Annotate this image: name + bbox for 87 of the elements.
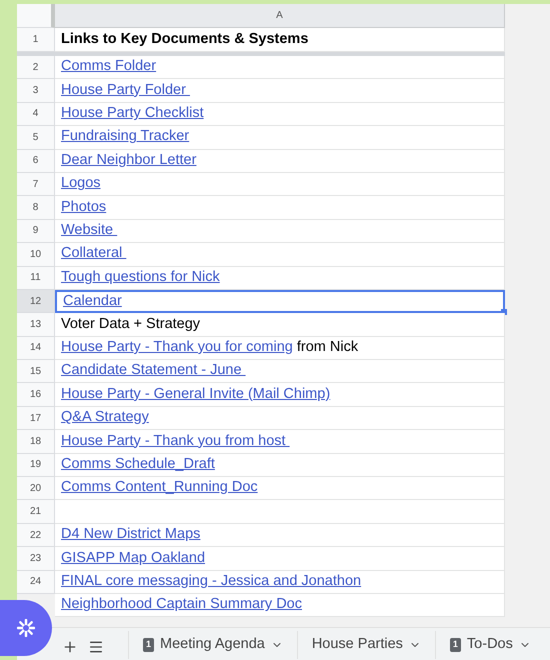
table-cell[interactable]: Collateral [55,243,505,267]
link[interactable]: Comms Folder [61,56,156,78]
comment-badge: 1 [450,638,461,652]
row-number[interactable]: 23 [17,547,55,571]
cell-text: from Nick [296,338,358,357]
table-cell[interactable]: Tough questions for Nick [55,266,505,290]
table-cell[interactable]: House Party - Thank you from host [55,430,505,454]
table-cell[interactable]: D4 New District Maps [55,524,505,548]
link[interactable]: Tough questions for Nick [61,266,220,289]
row-number[interactable]: 1 [17,28,55,52]
link[interactable]: Neighborhood Captain Summary Doc [61,594,302,616]
link[interactable]: Q&A Strategy [61,407,149,429]
table-cell[interactable]: Calendar [55,290,505,314]
table-cell[interactable]: Candidate Statement - June [55,360,505,384]
link[interactable]: Collateral [61,243,126,266]
link[interactable]: House Party - General Invite (Mail Chimp) [61,384,330,406]
row-number[interactable]: 14 [17,336,55,360]
link[interactable]: Fundraising Tracker [61,126,190,148]
table-cell[interactable]: Neighborhood Captain Summary Doc [55,594,505,618]
row-number[interactable]: 2 [17,56,55,80]
table-cell[interactable]: Comms Content_Running Doc [55,477,505,500]
row-number[interactable]: 11 [17,266,55,290]
row-number[interactable]: 20 [17,477,55,500]
row-number[interactable]: 22 [17,524,55,548]
row-number[interactable]: 3 [17,79,55,103]
floating-action-button[interactable] [0,600,52,656]
row-number[interactable]: 19 [17,454,55,478]
link[interactable]: FINAL core messaging - Jessica and Jonathon [61,570,362,593]
header-text: Links to Key Documents & Systems [61,30,308,49]
table-cell[interactable]: Voter Data + Strategy [55,313,505,337]
table-cell[interactable]: House Party Folder [55,79,505,103]
link[interactable]: Comms Schedule_Draft [61,454,215,476]
cell-text: Voter Data + Strategy [61,314,200,334]
row-number[interactable]: 5 [17,126,55,150]
row-number[interactable]: 12 [17,290,55,314]
table-cell[interactable]: Dear Neighbor Letter [55,150,505,173]
table-cell[interactable]: Comms Schedule_Draft [55,454,505,478]
link[interactable]: GISAPP Map Oakland [61,548,206,570]
row-number[interactable]: 13 [17,313,55,337]
row-number[interactable]: 7 [17,172,55,196]
column-header[interactable]: A [55,4,505,28]
tab-label: House Parties [312,635,403,654]
link[interactable]: House Party - Thank you from host [61,430,290,452]
sheet-tab[interactable]: House Parties [296,631,435,659]
link[interactable]: Calendar [63,290,122,312]
table-cell[interactable]: Links to Key Documents & Systems [55,28,505,52]
table-cell[interactable]: Comms Folder [55,56,505,80]
table-cell[interactable]: GISAPP Map Oakland [55,547,505,571]
comment-badge: 1 [143,638,154,652]
table-cell[interactable]: Logos [55,172,505,196]
row-number[interactable]: 18 [17,430,55,454]
row-number[interactable]: 10 [17,243,55,267]
row-number[interactable]: 15 [17,360,55,384]
link[interactable]: Candidate Statement - June [61,360,246,382]
link[interactable]: Dear Neighbor Letter [61,150,196,172]
row-number[interactable]: 21 [17,500,55,524]
table-cell[interactable]: House Party - Thank you for coming from Nick [55,336,505,360]
table-cell[interactable]: Q&A Strategy [55,406,505,430]
link[interactable]: D4 New District Maps [61,524,200,546]
row-number[interactable]: 16 [17,383,55,407]
row-number[interactable]: 8 [17,196,55,220]
link[interactable]: Website [61,220,118,242]
link[interactable]: House Party Checklist [61,103,204,125]
row-number[interactable]: 24 [17,570,55,594]
row-number[interactable]: 9 [17,220,55,244]
sparkle-icon [17,619,35,637]
link[interactable]: House Party Folder [61,80,190,102]
menu-icon[interactable] [88,639,104,655]
table-cell[interactable]: House Party Checklist [55,102,505,126]
sheet-tab[interactable]: 1 To-Dos [434,631,545,659]
add-sheet-icon[interactable] [62,639,78,655]
table-cell[interactable]: Photos [55,196,505,220]
link[interactable]: Logos [61,173,101,196]
link[interactable]: House Party - Thank you for coming [61,337,293,359]
link[interactable]: Comms Content_Running Doc [61,477,258,500]
tab-label: Meeting Agenda [160,635,265,654]
table-cell[interactable]: Website [55,220,505,244]
table-cell[interactable]: Fundraising Tracker [55,126,505,150]
tab-label: To-Dos [466,635,513,654]
row-number[interactable]: 17 [17,406,55,430]
table-cell[interactable]: FINAL core messaging - Jessica and Jonathon [55,570,505,594]
table-cell[interactable] [55,500,505,524]
sheet-tab[interactable]: 1 Meeting Agenda [128,631,297,659]
row-number[interactable]: 6 [17,150,55,173]
link[interactable]: Photos [61,196,106,218]
table-cell[interactable]: House Party - General Invite (Mail Chimp) [55,383,505,407]
row-number[interactable]: 4 [17,102,55,126]
